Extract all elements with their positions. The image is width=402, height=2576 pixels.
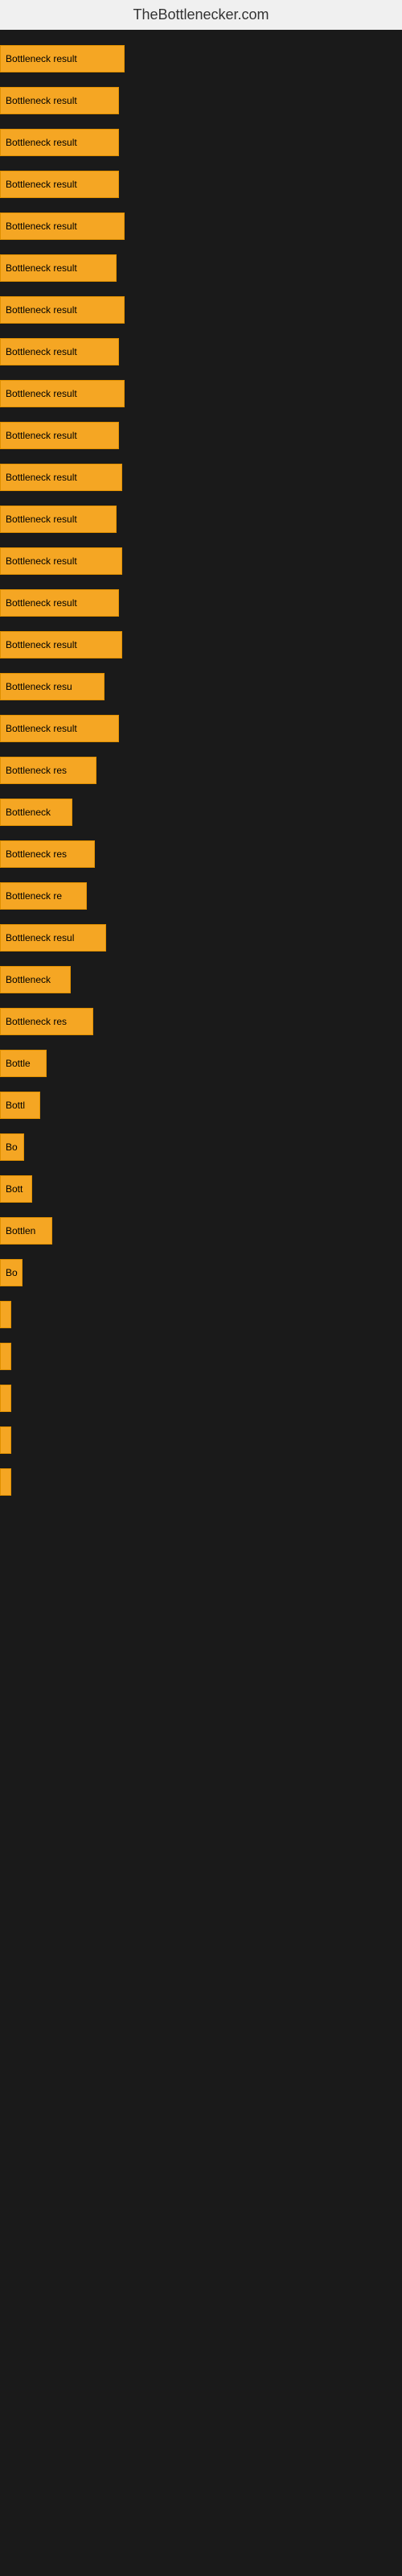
bottleneck-bar: Bottleneck res (0, 757, 96, 784)
bar-row: Bottleneck result (0, 247, 402, 289)
bottleneck-bar: Bottleneck result (0, 254, 117, 282)
bar-row (0, 1294, 402, 1335)
bar-row: Bo (0, 1252, 402, 1294)
bottleneck-bar: Bottleneck (0, 966, 71, 993)
bottleneck-bar: Bottleneck result (0, 45, 125, 72)
bar-row: Bottleneck result (0, 582, 402, 624)
bottleneck-bar: Bottle (0, 1050, 47, 1077)
bar-row: Bottleneck resu (0, 666, 402, 708)
bottleneck-bar: Bottleneck result (0, 422, 119, 449)
bottleneck-bar: Bottleneck result (0, 129, 119, 156)
bar-row: Bottleneck result (0, 708, 402, 749)
bars-container: Bottleneck result Bottleneck result Bottle… (0, 30, 402, 1511)
bar-row: Bottleneck result (0, 540, 402, 582)
bottleneck-bar: Bottleneck (0, 799, 72, 826)
bar-row: Bottleneck result (0, 205, 402, 247)
bar-row: Bottleneck (0, 791, 402, 833)
bottleneck-bar: Bo (0, 1133, 24, 1161)
bar-row: Bottleneck result (0, 624, 402, 666)
bar-row (0, 1335, 402, 1377)
bar-row: Bottleneck result (0, 38, 402, 80)
bar-row: Bottleneck result (0, 80, 402, 122)
bottleneck-bar: Bottleneck result (0, 631, 122, 658)
bottleneck-bar (0, 1426, 11, 1454)
bottleneck-bar: Bottleneck result (0, 213, 125, 240)
bottleneck-bar: Bottleneck result (0, 87, 119, 114)
bottleneck-bar: Bo (0, 1259, 23, 1286)
bar-row: Bottlen (0, 1210, 402, 1252)
bottleneck-bar: Bottleneck result (0, 464, 122, 491)
bar-row: Bottleneck result (0, 122, 402, 163)
bar-row: Bottleneck re (0, 875, 402, 917)
bottleneck-bar: Bottleneck result (0, 506, 117, 533)
bottleneck-bar: Bottlen (0, 1217, 52, 1245)
bar-row: Bottleneck result (0, 289, 402, 331)
bottleneck-bar: Bottleneck result (0, 380, 125, 407)
bar-row: Bottleneck res (0, 833, 402, 875)
bottleneck-bar: Bottleneck result (0, 296, 125, 324)
bottleneck-bar: Bottl (0, 1092, 40, 1119)
bar-row (0, 1377, 402, 1419)
bar-row: Bo (0, 1126, 402, 1168)
bottleneck-bar (0, 1468, 11, 1496)
bar-row: Bottleneck result (0, 456, 402, 498)
bar-row: Bottleneck result (0, 373, 402, 415)
bar-row: Bottleneck res (0, 749, 402, 791)
bottleneck-bar: Bottleneck result (0, 715, 119, 742)
bar-row: Bottleneck result (0, 415, 402, 456)
bar-row: Bottleneck res (0, 1001, 402, 1042)
bar-row: Bottle (0, 1042, 402, 1084)
bar-row (0, 1419, 402, 1461)
bottleneck-bar: Bottleneck res (0, 1008, 93, 1035)
bottleneck-bar: Bottleneck result (0, 547, 122, 575)
bar-row: Bottleneck result (0, 163, 402, 205)
bottleneck-bar: Bottleneck res (0, 840, 95, 868)
bottleneck-bar: Bottleneck result (0, 589, 119, 617)
bottleneck-bar (0, 1343, 11, 1370)
bottleneck-bar: Bott (0, 1175, 32, 1203)
bottleneck-bar: Bottleneck resu (0, 673, 105, 700)
bottleneck-bar (0, 1385, 11, 1412)
bottleneck-bar: Bottleneck result (0, 338, 119, 365)
bar-row: Bottleneck resul (0, 917, 402, 959)
bottleneck-bar: Bottleneck resul (0, 924, 106, 952)
bar-row: Bottleneck result (0, 498, 402, 540)
bar-row: Bottleneck result (0, 331, 402, 373)
site-title-text: TheBottlenecker.com (133, 6, 269, 23)
site-title: TheBottlenecker.com (0, 0, 402, 30)
bottleneck-bar: Bottleneck re (0, 882, 87, 910)
bottleneck-bar (0, 1301, 11, 1328)
bottleneck-bar: Bottleneck result (0, 171, 119, 198)
bar-row: Bott (0, 1168, 402, 1210)
bar-row: Bottleneck (0, 959, 402, 1001)
bar-row: Bottl (0, 1084, 402, 1126)
bar-row (0, 1461, 402, 1503)
